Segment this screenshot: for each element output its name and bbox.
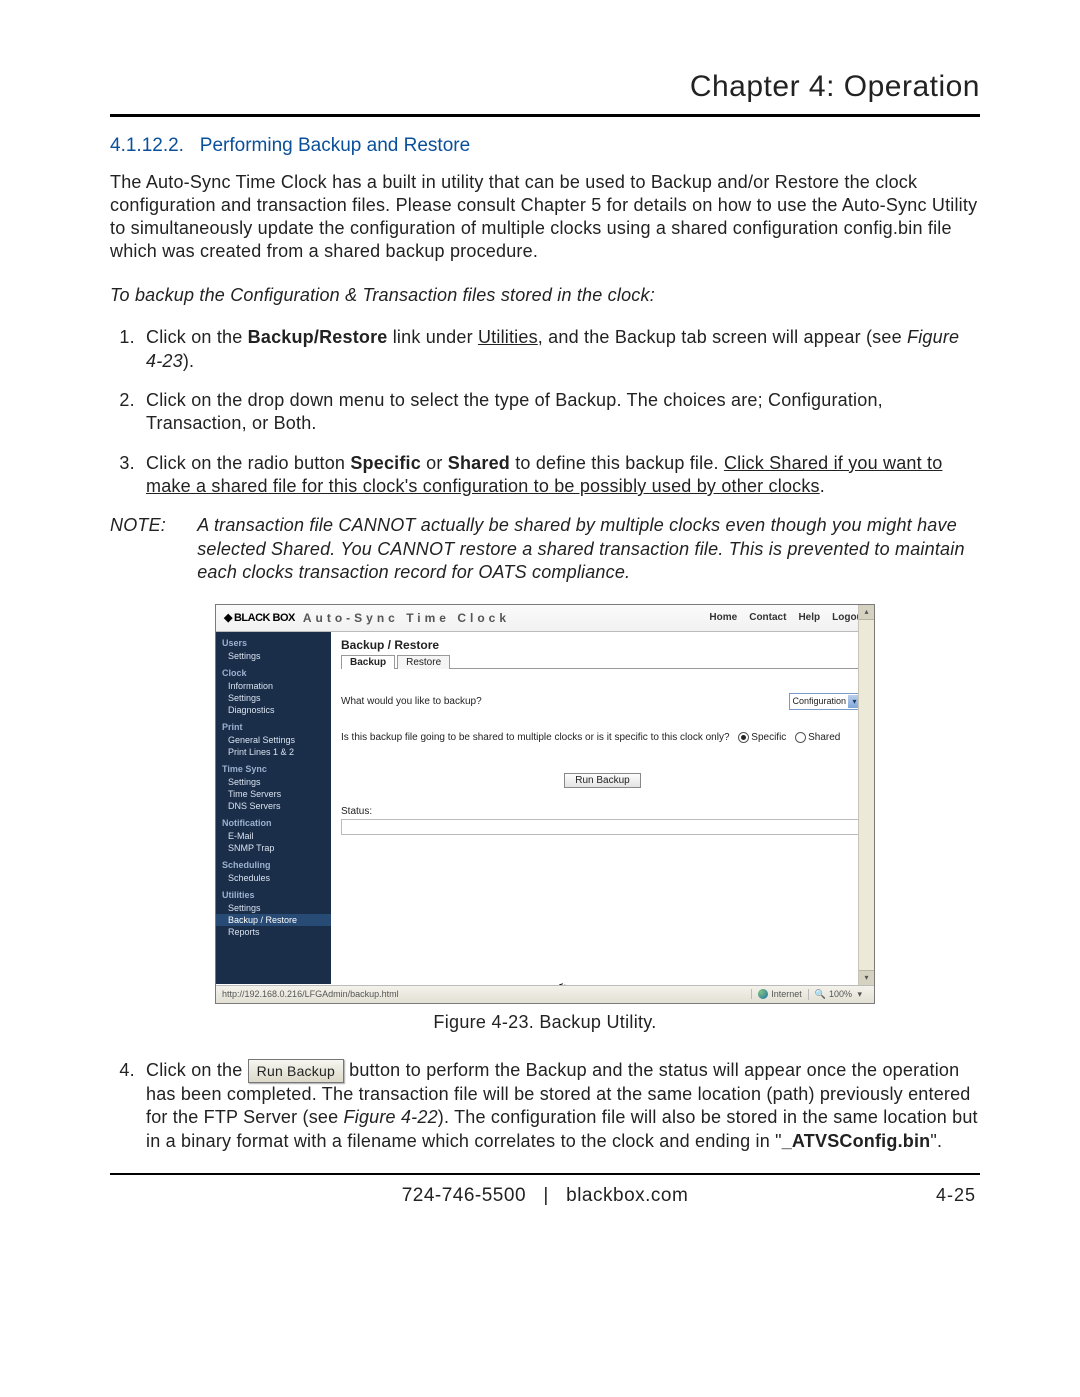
step-2: Click on the drop down menu to select th… [140,389,980,436]
sidebar-head-clock: Clock [216,666,331,680]
footer-sep: | [543,1185,548,1207]
zoom-icon: 🔍 [815,989,826,1000]
chapter-title: Chapter 4: Operation [110,70,980,104]
globe-icon [758,989,768,999]
tab-backup[interactable]: Backup [341,655,395,669]
radio-specific[interactable]: Specific [738,732,786,743]
sidebar-head-utilities: Utilities [216,888,331,902]
hr-top [110,114,980,117]
sidebar-item-dns-servers[interactable]: DNS Servers [216,800,331,812]
radio-shared[interactable]: Shared [795,732,840,743]
sidebar-item-snmp[interactable]: SNMP Trap [216,842,331,854]
scrollbar[interactable]: ▴ ▾ [858,605,874,985]
run-backup-button[interactable]: Run Backup [564,773,640,788]
radio-question: Is this backup file going to be shared t… [341,732,730,743]
footer: 724-746-5500 | blackbox.com 4-25 [110,1173,980,1207]
select-value: Configuration [792,696,846,706]
section-number: 4.1.12.2. [110,135,184,156]
embedded-app-window: BLACK BOX Auto-Sync Time Clock Home Cont… [215,604,875,1004]
footer-site: blackbox.com [566,1185,688,1207]
brand-logo: BLACK BOX [224,611,295,624]
backup-type-select[interactable]: Configuration ▾ [789,693,864,710]
sidebar-item-backup-restore[interactable]: Backup / Restore [216,914,331,926]
app-header: BLACK BOX Auto-Sync Time Clock Home Cont… [216,605,874,632]
footer-phone: 724-746-5500 [402,1185,526,1207]
nav-help[interactable]: Help [798,612,820,623]
scroll-up-icon[interactable]: ▴ [859,605,874,620]
sidebar-item-print-lines[interactable]: Print Lines 1 & 2 [216,746,331,758]
sidebar-item-email[interactable]: E-Mail [216,830,331,842]
sidebar-head-scheduling: Scheduling [216,858,331,872]
nav-contact[interactable]: Contact [749,612,786,623]
section-heading: 4.1.12.2. Performing Backup and Restore [110,135,980,157]
sidebar-item-general-settings[interactable]: General Settings [216,734,331,746]
step-4: Click on the Run Backup button to perfor… [140,1059,980,1154]
intro-paragraph: The Auto-Sync Time Clock has a built in … [110,171,980,263]
sidebar: Users Settings Clock Information Setting… [216,632,331,984]
note: NOTE: A transaction file CANNOT actually… [110,514,980,583]
main-panel: Backup / Restore Backup Restore What wou… [331,632,874,984]
step-1: Click on the Backup/Restore link under U… [140,326,980,373]
sidebar-head-users: Users [216,636,331,650]
panel-title: Backup / Restore [341,638,864,652]
status-box [341,819,866,835]
scroll-down-icon[interactable]: ▾ [859,970,874,985]
backup-question: What would you like to backup? [341,696,482,707]
sidebar-item-information[interactable]: Information [216,680,331,692]
tabs: Backup Restore [341,654,864,669]
tab-restore[interactable]: Restore [397,655,450,669]
sidebar-item-time-servers[interactable]: Time Servers [216,788,331,800]
app-title: Auto-Sync Time Clock [303,611,710,625]
browser-statusbar: http://192.168.0.216/LFGAdmin/backup.htm… [216,985,874,1003]
sidebar-head-timesync: Time Sync [216,762,331,776]
sidebar-head-notification: Notification [216,816,331,830]
sidebar-item-util-settings[interactable]: Settings [216,902,331,914]
inline-run-backup-button: Run Backup [248,1059,344,1083]
nav-home[interactable]: Home [709,612,737,623]
lead-sentence: To backup the Configuration & Transactio… [110,285,980,306]
sidebar-item-clock-settings[interactable]: Settings [216,692,331,704]
step-3: Click on the radio button Specific or Sh… [140,452,980,499]
sidebar-item-users-settings[interactable]: Settings [216,650,331,662]
note-label: NOTE: [110,514,192,537]
sidebar-head-print: Print [216,720,331,734]
sidebar-item-schedules[interactable]: Schedules [216,872,331,884]
note-body: A transaction file CANNOT actually be sh… [197,514,977,583]
section-title: Performing Backup and Restore [200,135,470,156]
status-label: Status: [341,806,864,817]
status-zone: Internet [771,989,802,999]
sidebar-item-ts-settings[interactable]: Settings [216,776,331,788]
status-zoom: 100% [829,989,852,999]
sidebar-item-reports[interactable]: Reports [216,926,331,938]
status-url: http://192.168.0.216/LFGAdmin/backup.htm… [222,989,751,999]
figure-caption: Figure 4-23. Backup Utility. [110,1012,980,1033]
sidebar-item-diagnostics[interactable]: Diagnostics [216,704,331,716]
page-number: 4-25 [936,1185,976,1206]
